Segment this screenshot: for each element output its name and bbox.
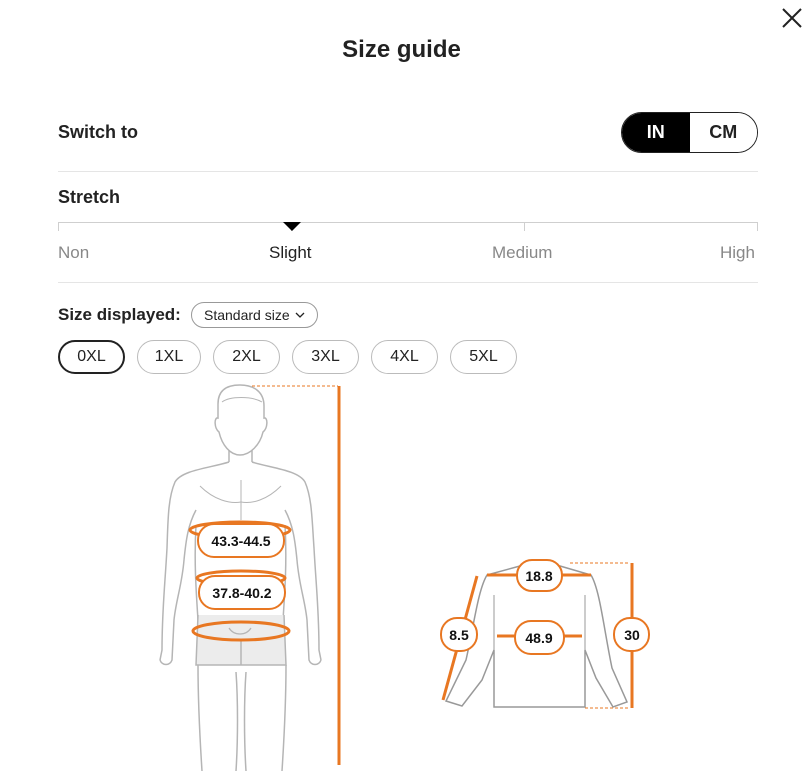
garment-chest-value: 48.9	[525, 630, 552, 646]
garment-shoulder-value: 18.8	[525, 568, 552, 584]
measurement-diagram: 43.3-44.5 37.8-40.2 18.8 48.9 8.5 30	[159, 384, 650, 771]
garment-sleeve-value: 8.5	[449, 627, 469, 643]
body-chest-value: 43.3-44.5	[211, 533, 270, 549]
garment-length-value: 30	[624, 627, 640, 643]
body-waist-value: 37.8-40.2	[212, 585, 271, 601]
